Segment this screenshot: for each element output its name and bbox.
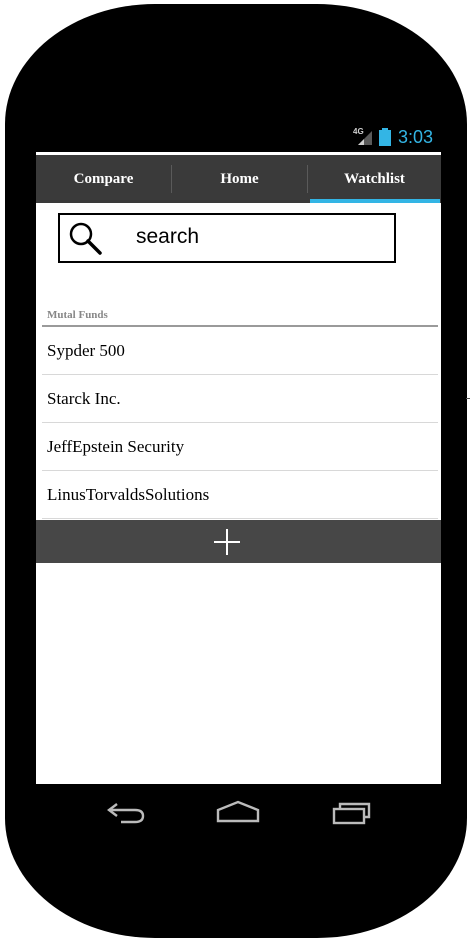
tab-selected-indicator — [310, 199, 440, 203]
list-item-label: LinusTorvaldsSolutions — [47, 485, 210, 504]
signal-icon — [358, 131, 372, 145]
tab-bar: Compare Home Watchlist — [36, 155, 441, 203]
tab-home[interactable]: Home — [172, 155, 307, 203]
tab-home-label: Home — [220, 170, 259, 187]
home-icon[interactable] — [215, 800, 261, 824]
list-item-label: Sypder 500 — [47, 341, 125, 360]
list-item-label: Starck Inc. — [47, 389, 121, 408]
status-time: 3:03 — [398, 127, 434, 147]
volume-button[interactable] — [5, 276, 11, 450]
tab-watchlist-label: Watchlist — [344, 170, 405, 187]
tab-compare-label: Compare — [73, 170, 134, 187]
battery-icon — [379, 128, 391, 146]
side-tick — [466, 398, 470, 399]
tab-compare[interactable]: Compare — [36, 155, 171, 203]
search-icon — [69, 222, 102, 255]
recent-apps-icon[interactable] — [331, 800, 373, 826]
power-button[interactable] — [463, 206, 467, 278]
list-item[interactable]: Starck Inc. — [42, 375, 438, 423]
section-title: Mutal Funds — [47, 309, 108, 321]
search-input[interactable]: search — [58, 213, 396, 263]
list-item-label: JeffEpstein Security — [47, 437, 185, 456]
add-button[interactable] — [36, 520, 441, 563]
list-item[interactable]: Sypder 500 — [42, 327, 438, 375]
screen: 4G 3:03 Compare Home Watchlist search Mu… — [36, 122, 441, 784]
list-item[interactable]: JeffEpstein Security — [42, 423, 438, 471]
plus-icon — [214, 529, 240, 555]
search-text: search — [136, 225, 200, 248]
status-bar: 4G 3:03 — [36, 122, 441, 152]
tab-watchlist[interactable]: Watchlist — [308, 155, 441, 203]
network-status: 4G — [352, 127, 374, 147]
back-icon[interactable] — [105, 800, 147, 826]
list-item[interactable]: LinusTorvaldsSolutions — [42, 471, 438, 519]
